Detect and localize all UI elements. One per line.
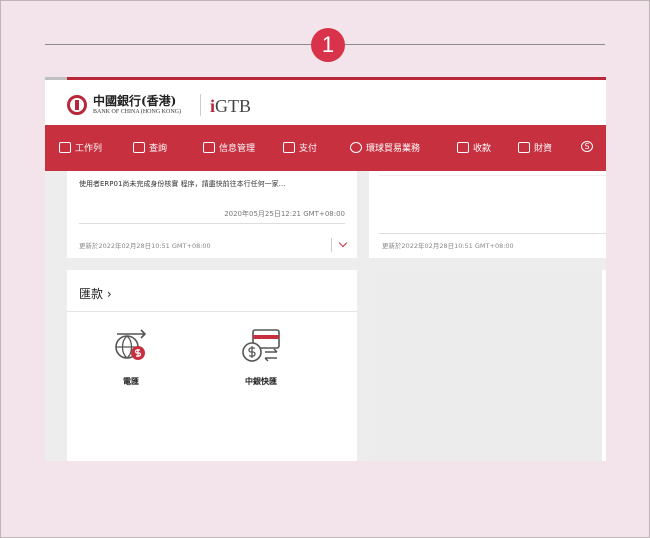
treasury-icon <box>518 142 530 153</box>
main-nav: 工作列 查詢 信息管理 支付 環球貿易業務 收款 財資 S <box>45 125 606 171</box>
card-divider <box>379 233 606 234</box>
tile-telegraphic-transfer[interactable]: 電匯 <box>91 328 171 387</box>
panel-edge <box>602 270 606 461</box>
tile-label: 電匯 <box>123 377 139 386</box>
nav-item-worklist[interactable]: 工作列 <box>59 141 102 154</box>
card-divider <box>79 223 345 224</box>
bank-name-zh: 中國銀行(香港) <box>93 94 177 108</box>
nav-item-receivables[interactable]: 收款 <box>457 141 491 154</box>
nav-item-label: 查詢 <box>149 144 168 154</box>
nav-item-label: 環球貿易業務 <box>366 144 421 154</box>
nav-item-more[interactable]: S <box>581 141 593 152</box>
tile-label: 中銀快匯 <box>245 377 277 386</box>
bank-name-en: BANK OF CHINA (HONG KONG) <box>93 109 181 115</box>
globe-icon <box>350 142 362 153</box>
step-divider-right <box>345 44 605 45</box>
remittance-title: 匯款 <box>79 287 104 301</box>
nav-item-label: 工作列 <box>75 144 103 154</box>
nav-item-treasury[interactable]: 財資 <box>518 141 552 154</box>
search-doc-icon <box>133 142 145 153</box>
nav-item-payment[interactable]: 支付 <box>283 141 317 154</box>
dollar-icon: S <box>581 141 593 152</box>
app-screenshot: 中國銀行(香港) BANK OF CHINA (HONG KONG) iGTB … <box>45 77 606 461</box>
notification-card: 使用者ERP01尚未完成身份核實 程序，請盡快前往本行任何一家... 2020年… <box>67 171 357 258</box>
notification-message[interactable]: 使用者ERP01尚未完成身份核實 程序，請盡快前往本行任何一家... <box>79 179 285 189</box>
nav-item-label: 支付 <box>299 144 318 154</box>
summary-card: 更新於2022年02月28日10:51 GMT+08:00 <box>369 171 606 258</box>
nav-item-label: 財資 <box>534 144 553 154</box>
brand-separator <box>200 94 201 116</box>
telegraphic-transfer-icon <box>115 329 147 360</box>
chevron-down-icon[interactable] <box>331 238 351 252</box>
remittance-divider <box>67 311 357 312</box>
brand-header: 中國銀行(香港) BANK OF CHINA (HONG KONG) iGTB <box>45 80 606 125</box>
update-timestamp: 更新於2022年02月28日10:51 GMT+08:00 <box>382 242 514 250</box>
folder-icon <box>203 142 215 153</box>
boc-express-remittance-icon <box>242 329 280 362</box>
igtb-logo-text: GTB <box>215 96 252 116</box>
boc-logo-icon[interactable] <box>67 95 87 115</box>
step-divider-left <box>45 44 312 45</box>
briefcase-icon <box>59 142 71 153</box>
remittance-title-link[interactable]: 匯款 › <box>79 285 112 302</box>
notification-time: 2020年05月25日12:21 GMT+08:00 <box>224 210 345 218</box>
chevron-right-icon: › <box>106 287 112 301</box>
nav-item-global-trade[interactable]: 環球貿易業務 <box>350 141 420 154</box>
nav-item-inquiry[interactable]: 查詢 <box>133 141 167 154</box>
tile-boc-express-remittance[interactable]: 中銀快匯 <box>221 328 301 387</box>
empty-panel <box>369 270 606 461</box>
nav-item-label: 收款 <box>473 144 492 154</box>
nav-item-label: 信息管理 <box>219 144 256 154</box>
card-top-divider <box>379 175 606 176</box>
nav-item-info-management[interactable]: 信息管理 <box>203 141 255 154</box>
step-number-badge: 1 <box>311 28 345 62</box>
remittance-panel: 匯款 › 電匯 中銀快匯 <box>67 270 357 461</box>
update-timestamp: 更新於2022年02月28日10:51 GMT+08:00 <box>79 242 211 250</box>
igtb-logo[interactable]: iGTB <box>210 96 251 117</box>
receive-icon <box>457 142 469 153</box>
payment-icon <box>283 142 295 153</box>
